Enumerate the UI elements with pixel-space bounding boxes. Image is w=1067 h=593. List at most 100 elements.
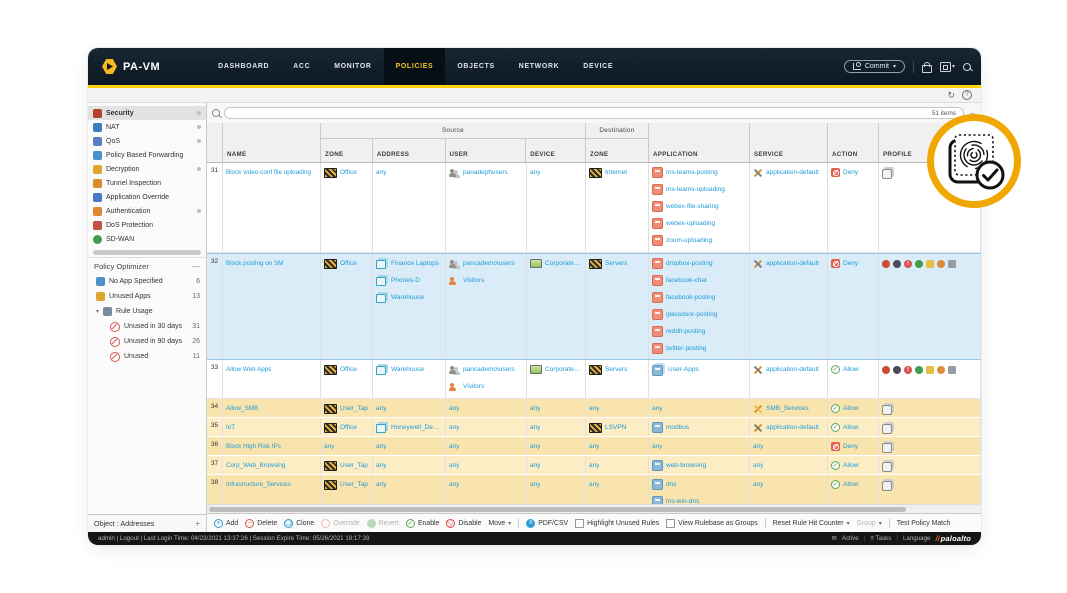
chevron-down-icon[interactable]: ▾: [96, 308, 99, 315]
cell-value[interactable]: Office: [340, 366, 357, 373]
cell-value[interactable]: any: [530, 405, 540, 412]
cell-value[interactable]: pancademo\users: [463, 260, 515, 267]
cell-value[interactable]: Deny: [843, 260, 858, 267]
cell-value[interactable]: Visitors: [463, 383, 484, 390]
cell-value[interactable]: modbus: [666, 424, 689, 431]
security-profile-icon[interactable]: [893, 366, 901, 374]
add-button[interactable]: +Add: [214, 519, 238, 528]
tab-acc[interactable]: ACC: [281, 48, 322, 85]
checkbox-icon[interactable]: [666, 519, 675, 528]
po-item-rule-usage[interactable]: ▾Rule Usage: [88, 304, 206, 319]
cell-value[interactable]: any: [589, 481, 599, 488]
disable-button[interactable]: ⃠Disable: [446, 519, 481, 528]
move-button[interactable]: Move▾: [488, 520, 511, 527]
cell-value[interactable]: twitter-posting: [666, 345, 706, 352]
sidebar-item-security[interactable]: Security: [88, 106, 206, 120]
cell-value[interactable]: Warehouse: [391, 366, 424, 373]
cell-value[interactable]: any: [753, 481, 763, 488]
test-policy-match-button[interactable]: Test Policy Match: [897, 520, 951, 527]
cell-value[interactable]: glassdoor-posting: [666, 311, 717, 318]
col-source-address[interactable]: ADDRESS: [373, 139, 446, 162]
cell-value[interactable]: Servers: [605, 366, 627, 373]
cell-value[interactable]: Corporate T...: [545, 260, 582, 267]
col-source-device[interactable]: DEVICE: [526, 139, 585, 162]
tab-monitor[interactable]: MONITOR: [322, 48, 383, 85]
rule-row-37[interactable]: 37Corp_Web_BrowsingUser_Tapanyanyanyanyw…: [207, 456, 981, 475]
sidebar-item-tunnel-inspection[interactable]: Tunnel Inspection: [88, 176, 206, 190]
cell-value[interactable]: application-default: [766, 366, 819, 373]
cell-value[interactable]: application-default: [766, 169, 819, 176]
reset-rule-hit-counter-button[interactable]: Reset Rule Hit Counter▾: [773, 520, 850, 527]
sidebar-item-sd-wan[interactable]: SD-WAN: [88, 232, 206, 246]
cell-value[interactable]: any: [376, 481, 386, 488]
rule-row-34[interactable]: 34Allow_SMBUser_TapanyanyanyanyanySMB_Se…: [207, 399, 981, 418]
status-link-language[interactable]: Language: [903, 535, 931, 542]
po-item-unused-in-30-days[interactable]: Unused in 30 days31: [88, 319, 206, 334]
col-name[interactable]: NAME: [223, 123, 321, 162]
profile-group-icon[interactable]: [882, 481, 892, 491]
rule-row-35[interactable]: 35IoTOfficeHoneywell_Devi...anyanyLSVPNm…: [207, 418, 981, 437]
cell-value[interactable]: any: [376, 462, 386, 469]
cell-value[interactable]: any: [530, 443, 540, 450]
cell-value[interactable]: any: [449, 424, 459, 431]
po-item-no-app-specified[interactable]: No App Specified6: [88, 274, 206, 289]
cell-value[interactable]: Servers: [605, 260, 627, 267]
cell-value[interactable]: Warehouse: [391, 294, 424, 301]
cell-value[interactable]: any: [589, 443, 599, 450]
cell-value[interactable]: any: [530, 481, 540, 488]
cell-value[interactable]: Internet: [605, 169, 627, 176]
cell-value[interactable]: User-Apps: [668, 366, 699, 373]
col-action[interactable]: ACTION: [828, 123, 879, 162]
cell-value[interactable]: Block High Risk IPs: [226, 443, 281, 450]
cell-value[interactable]: any: [449, 405, 459, 412]
cell-value[interactable]: webex-uploading: [666, 220, 715, 227]
cell-value[interactable]: any: [753, 443, 763, 450]
cell-value[interactable]: any: [753, 462, 763, 469]
po-item-unused-apps[interactable]: Unused Apps13: [88, 289, 206, 304]
rule-row-38[interactable]: 38Infrastructure_ServicesUser_Tapanyanya…: [207, 475, 981, 504]
sidebar-item-authentication[interactable]: Authentication: [88, 204, 206, 218]
cell-value[interactable]: Corp_Web_Browsing: [226, 462, 285, 469]
cell-value[interactable]: web-browsing: [666, 462, 706, 469]
col-service[interactable]: SERVICE: [750, 123, 828, 162]
cell-value[interactable]: panadept\users: [463, 169, 508, 176]
cell-value[interactable]: any: [376, 443, 386, 450]
cell-value[interactable]: facebook-chat: [666, 277, 707, 284]
cell-value[interactable]: Deny: [843, 443, 858, 450]
enable-button[interactable]: ✓Enable: [406, 519, 439, 528]
lock-icon[interactable]: [922, 65, 932, 73]
cell-value[interactable]: Finance Laptops: [391, 260, 439, 267]
cell-value[interactable]: any: [376, 169, 386, 176]
security-profile-icon[interactable]: [948, 260, 956, 268]
cell-value[interactable]: Allow: [843, 481, 859, 488]
cell-value[interactable]: Corporate T...: [545, 366, 582, 373]
cell-value[interactable]: Phones-D: [391, 277, 420, 284]
cell-value[interactable]: application-default: [766, 424, 819, 431]
profile-group-icon[interactable]: [882, 424, 892, 434]
cell-value[interactable]: dropbox-posting: [666, 260, 713, 267]
cell-value[interactable]: pancademo\users: [463, 366, 515, 373]
cell-value[interactable]: User_Tap: [340, 481, 368, 488]
sidebar-scrollbar[interactable]: [93, 250, 201, 255]
tab-device[interactable]: DEVICE: [571, 48, 625, 85]
rule-row-32[interactable]: 32Block posting on SMOfficeFinance Lapto…: [207, 253, 981, 360]
security-profile-icon[interactable]: [893, 260, 901, 268]
col-source-user[interactable]: USER: [446, 139, 527, 162]
mail-icon[interactable]: ✉: [832, 535, 837, 542]
cell-value[interactable]: IoT: [226, 424, 235, 431]
cell-value[interactable]: Honeywell_Devi...: [391, 424, 442, 431]
cell-value[interactable]: any: [324, 443, 334, 450]
cell-value[interactable]: Office: [340, 424, 357, 431]
security-profile-icon[interactable]: [915, 366, 923, 374]
rule-row-36[interactable]: 36Block High Risk IPsanyanyanyanyanyanya…: [207, 437, 981, 456]
cell-value[interactable]: User_Tap: [340, 405, 368, 412]
cell-value[interactable]: application-default: [766, 260, 819, 267]
status-link-tasks[interactable]: ≡ Tasks: [870, 535, 891, 542]
security-profile-icon[interactable]: [915, 260, 923, 268]
security-profile-icon[interactable]: !: [904, 260, 912, 268]
tab-network[interactable]: NETWORK: [507, 48, 572, 85]
cell-value[interactable]: User_Tap: [340, 462, 368, 469]
col-destination-zone[interactable]: ZONE: [586, 139, 648, 162]
tab-dashboard[interactable]: DASHBOARD: [206, 48, 281, 85]
rule-search-input[interactable]: 51 items: [224, 107, 964, 119]
